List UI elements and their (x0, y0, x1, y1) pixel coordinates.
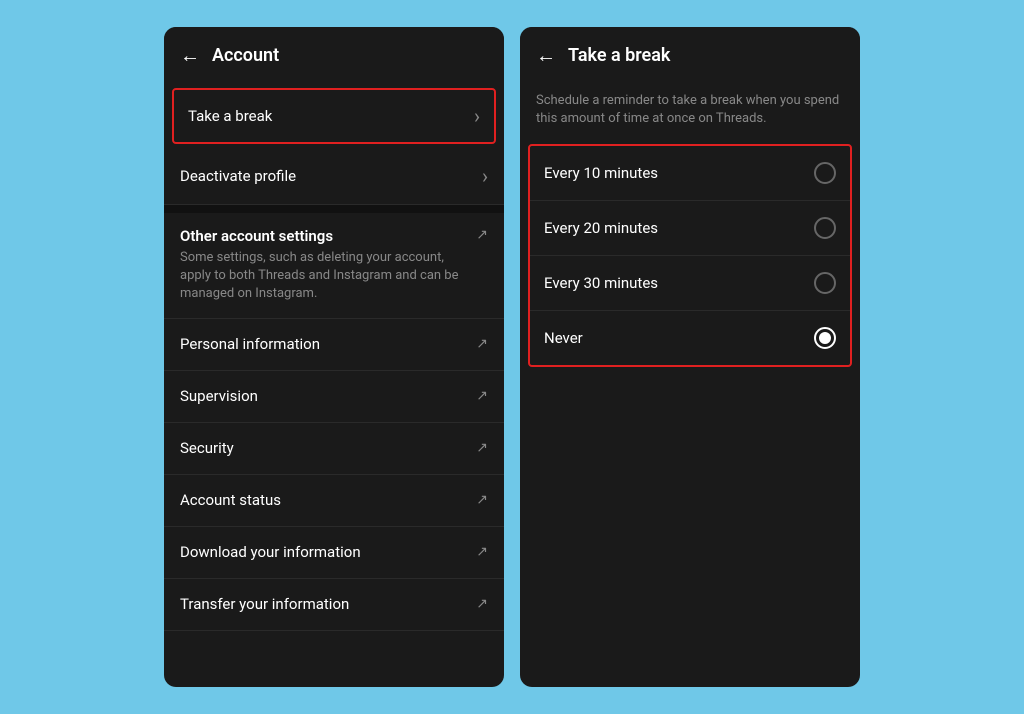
option-never-label: Never (544, 329, 583, 347)
left-header: Account (164, 27, 504, 84)
account-status-icon (476, 492, 488, 508)
download-info-label: Download your information (180, 543, 361, 561)
personal-info-item[interactable]: Personal information (164, 319, 504, 371)
option-20min-label: Every 20 minutes (544, 219, 658, 237)
option-10min-radio[interactable] (814, 162, 836, 184)
deactivate-chevron (482, 164, 488, 188)
other-settings-item[interactable]: Other account settings Some settings, su… (164, 213, 504, 319)
option-never-radio[interactable] (814, 327, 836, 349)
deactivate-profile-item[interactable]: Deactivate profile (164, 148, 504, 205)
break-options-list: Every 10 minutes Every 20 minutes Every … (528, 144, 852, 367)
right-back-button[interactable] (536, 43, 556, 68)
option-never[interactable]: Never (530, 311, 850, 365)
supervision-label: Supervision (180, 387, 258, 405)
personal-info-icon (476, 336, 488, 352)
other-settings-desc: Some settings, such as deleting your acc… (180, 249, 468, 304)
other-settings-content: Other account settings Some settings, su… (180, 227, 468, 304)
right-panel-title: Take a break (568, 45, 670, 66)
security-label: Security (180, 439, 234, 457)
option-20min[interactable]: Every 20 minutes (530, 201, 850, 256)
left-menu-list: Take a break Deactivate profile Other ac… (164, 84, 504, 687)
option-10min[interactable]: Every 10 minutes (530, 146, 850, 201)
download-info-item[interactable]: Download your information (164, 527, 504, 579)
other-settings-external-icon (476, 227, 488, 243)
download-info-icon (476, 544, 488, 560)
transfer-info-icon (476, 596, 488, 612)
subtitle-text: Schedule a reminder to take a break when… (520, 84, 860, 140)
account-status-item[interactable]: Account status (164, 475, 504, 527)
right-header: Take a break (520, 27, 860, 84)
section-divider (164, 205, 504, 213)
take-a-break-chevron (474, 104, 480, 128)
security-item[interactable]: Security (164, 423, 504, 475)
transfer-info-label: Transfer your information (180, 595, 349, 613)
left-panel-title: Account (212, 45, 279, 66)
personal-info-label: Personal information (180, 335, 320, 353)
option-30min-radio[interactable] (814, 272, 836, 294)
take-a-break-item[interactable]: Take a break (172, 88, 496, 144)
supervision-icon (476, 388, 488, 404)
option-10min-label: Every 10 minutes (544, 164, 658, 182)
other-settings-title: Other account settings (180, 227, 468, 245)
option-30min-label: Every 30 minutes (544, 274, 658, 292)
transfer-info-item[interactable]: Transfer your information (164, 579, 504, 631)
security-icon (476, 440, 488, 456)
option-30min[interactable]: Every 30 minutes (530, 256, 850, 311)
supervision-item[interactable]: Supervision (164, 371, 504, 423)
left-panel: Account Take a break Deactivate profile … (164, 27, 504, 687)
right-panel: Take a break Schedule a reminder to take… (520, 27, 860, 687)
option-20min-radio[interactable] (814, 217, 836, 239)
deactivate-profile-label: Deactivate profile (180, 167, 296, 185)
account-status-label: Account status (180, 491, 281, 509)
left-back-button[interactable] (180, 43, 200, 68)
take-a-break-label: Take a break (188, 107, 272, 125)
